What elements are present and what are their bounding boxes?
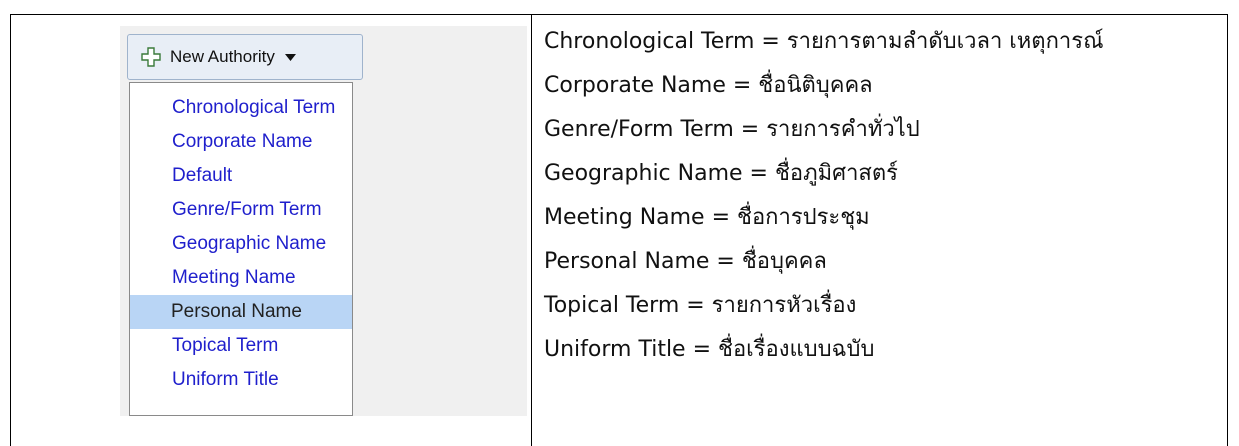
menu-item-chronological-term[interactable]: Chronological Term (130, 91, 352, 125)
definition-line: Personal Name = ชื่อบุคคล (544, 249, 827, 274)
definition-line: Chronological Term = รายการตามลำดับเวลา … (544, 29, 1104, 54)
menu-item-uniform-title[interactable]: Uniform Title (130, 363, 352, 397)
menu-item-default[interactable]: Default (130, 159, 352, 193)
new-authority-label: New Authority (170, 47, 275, 66)
authority-type-menu: Chronological Term Corporate Name Defaul… (129, 82, 353, 416)
plus-outline-icon (141, 47, 161, 67)
menu-item-genre-form-term[interactable]: Genre/Form Term (130, 193, 352, 227)
caret-down-icon (284, 53, 296, 61)
menu-item-personal-name[interactable]: Personal Name (130, 295, 352, 329)
menu-item-topical-term[interactable]: Topical Term (130, 329, 352, 363)
column-divider (531, 14, 532, 446)
definition-line: Corporate Name = ชื่อนิติบุคคล (544, 73, 873, 98)
definition-line: Topical Term = รายการหัวเรื่อง (544, 293, 857, 318)
new-authority-button[interactable]: New Authority (127, 34, 363, 80)
definitions-list: Chronological Term = รายการตามลำดับเวลา … (544, 20, 1224, 372)
menu-item-corporate-name[interactable]: Corporate Name (130, 125, 352, 159)
definition-line: Uniform Title = ชื่อเรื่องแบบฉบับ (544, 337, 875, 362)
menu-item-meeting-name[interactable]: Meeting Name (130, 261, 352, 295)
definition-line: Genre/Form Term = รายการคำทั่วไป (544, 117, 920, 142)
definition-line: Geographic Name = ชื่อภูมิศาสตร์ (544, 161, 898, 186)
dropdown-screenshot: New Authority Chronological Term Corpora… (120, 26, 527, 416)
definition-line: Meeting Name = ชื่อการประชุม (544, 205, 870, 230)
menu-item-geographic-name[interactable]: Geographic Name (130, 227, 352, 261)
